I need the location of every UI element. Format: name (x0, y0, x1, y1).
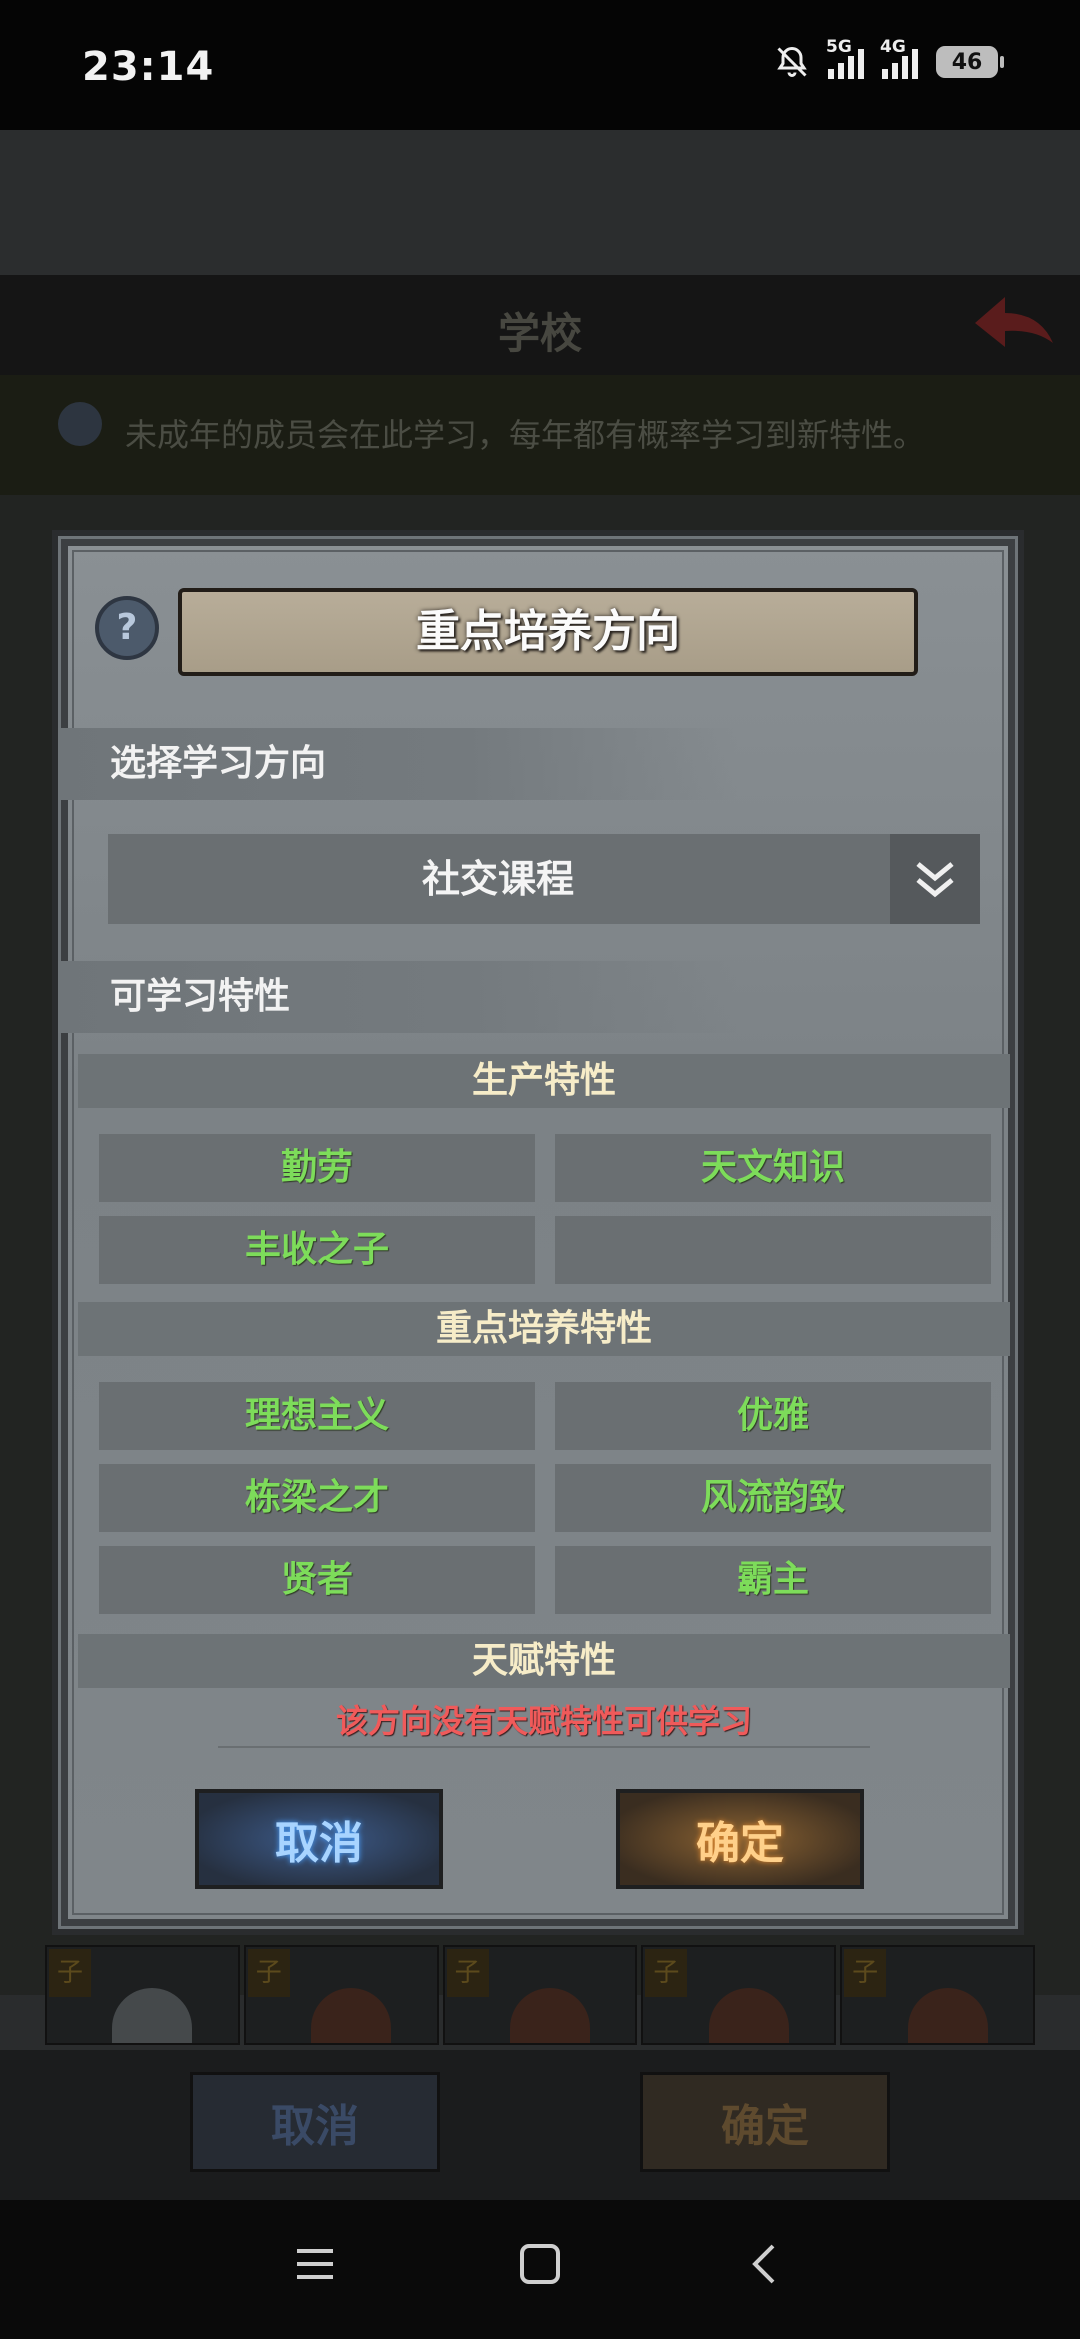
training-direction-dialog: ? 重点培养方向 选择学习方向 社交课程 可学习特性 生产特性 勤劳 天文知识 … (52, 530, 1024, 1935)
trait-item[interactable]: 丰收之子 (99, 1216, 535, 1284)
child-badge: 子 (844, 1949, 887, 1997)
member-portrait[interactable]: 子 (45, 1945, 240, 2045)
child-badge: 子 (446, 1949, 489, 1997)
back-arrow-icon[interactable] (965, 285, 1060, 355)
background-cancel-button: 取消 (190, 2072, 440, 2172)
trait-item[interactable]: 理想主义 (99, 1382, 535, 1450)
status-time: 23:14 (82, 44, 215, 90)
child-badge: 子 (49, 1949, 91, 1997)
confirm-button[interactable]: 确定 (616, 1789, 864, 1889)
double-chevron-down-icon (916, 862, 954, 898)
child-badge: 子 (247, 1949, 290, 1997)
signal-4g-label: 4G (880, 37, 906, 57)
no-talent-message: 该方向没有天赋特性可供学习 (335, 1702, 752, 1740)
traits-section-label: 可学习特性 (58, 961, 738, 1033)
status-bar: 23:14 5G 4G 46 (0, 0, 1080, 130)
background-title: 学校 (497, 309, 582, 358)
bell-muted-icon (777, 46, 807, 77)
trait-item[interactable]: 栋梁之才 (99, 1464, 535, 1532)
trait-item[interactable]: 勤劳 (99, 1134, 535, 1202)
dropdown-toggle-button[interactable] (890, 834, 980, 924)
menu-lines-icon[interactable] (285, 2234, 345, 2294)
divider (218, 1746, 870, 1748)
chevron-left-back-icon[interactable] (735, 2234, 795, 2294)
portrait-head (112, 1988, 193, 2043)
question-mark-icon[interactable]: ? (95, 596, 159, 660)
signal-5g-label: 5G (826, 37, 852, 57)
signal-5g-icon: 5G (826, 37, 864, 79)
portrait-head (907, 1988, 988, 2043)
member-portrait[interactable]: 子 (840, 1945, 1035, 2045)
category-header-focus: 重点培养特性 (78, 1302, 1010, 1356)
member-portrait[interactable]: 子 (442, 1945, 638, 2045)
background-info-text: 未成年的成员会在此学习，每年都有概率学习到新特性。 (125, 416, 926, 454)
trait-item[interactable]: 优雅 (555, 1382, 991, 1450)
direction-section-label: 选择学习方向 (58, 728, 738, 800)
member-portrait[interactable]: 子 (243, 1945, 439, 2045)
background-top-band (0, 130, 1080, 275)
child-badge: 子 (645, 1949, 688, 1997)
status-icons: 5G 4G 46 (774, 37, 1004, 80)
cancel-button[interactable]: 取消 (195, 1789, 443, 1889)
portrait-head (708, 1988, 789, 2043)
background-bottom-bar (0, 2050, 1080, 2220)
square-home-icon[interactable] (510, 2234, 570, 2294)
trait-item[interactable]: 天文知识 (555, 1134, 991, 1202)
portrait-head (311, 1988, 392, 2043)
trait-item[interactable]: 贤者 (99, 1546, 535, 1614)
background-confirm-button: 确定 (640, 2072, 890, 2172)
info-icon (58, 402, 102, 446)
background-portrait-row: 子 子 子 子 子 (45, 1945, 1035, 2045)
battery-icon: 46 (936, 46, 1004, 78)
trait-item[interactable]: 霸主 (555, 1546, 991, 1614)
member-portrait[interactable]: 子 (641, 1945, 837, 2045)
direction-select[interactable]: 社交课程 (108, 834, 980, 924)
selected-direction: 社交课程 (421, 857, 574, 901)
trait-item-empty (555, 1216, 991, 1284)
trait-item[interactable]: 风流韵致 (555, 1464, 991, 1532)
category-header-production: 生产特性 (78, 1054, 1010, 1108)
category-header-talent: 天赋特性 (78, 1634, 1010, 1688)
dialog-title: 重点培养方向 (416, 606, 680, 657)
portrait-head (509, 1988, 590, 2043)
signal-4g-icon: 4G (880, 37, 918, 79)
